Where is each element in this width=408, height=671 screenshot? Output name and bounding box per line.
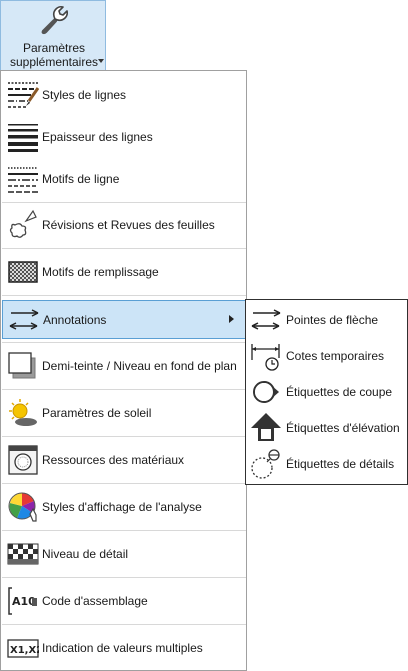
menu-separator: [2, 389, 246, 390]
annotations-submenu: Pointes de flèche Cotes temporaires Étiq…: [245, 299, 408, 485]
additional-settings-menu: Styles de lignes Epaisseur des lignes Mo…: [0, 70, 247, 671]
analysis-display-icon: [8, 492, 37, 522]
line-patterns-icon: [8, 167, 38, 193]
wrench-icon: [41, 5, 68, 35]
submenu-item-arrowheads[interactable]: Pointes de flèche: [246, 302, 407, 338]
submenu-item-label: Pointes de flèche: [286, 313, 379, 327]
dropdown-arrow-icon[interactable]: [98, 59, 104, 63]
callout-tag-icon: [251, 449, 280, 479]
menu-item-label: Niveau de détail: [42, 547, 129, 561]
detail-level-icon: [7, 543, 39, 565]
menu-item-line-styles[interactable]: Styles de lignes: [2, 77, 246, 113]
menu-item-sun-settings[interactable]: Paramètres de soleil: [2, 395, 246, 431]
submenu-item-label: Étiquettes d'élévation: [286, 421, 400, 435]
submenu-item-temporary-dimensions[interactable]: Cotes temporaires: [246, 338, 407, 374]
submenu-item-elevation-tags[interactable]: Étiquettes d'élévation: [246, 410, 407, 446]
additional-settings-button[interactable]: Paramètres supplémentaires: [0, 0, 106, 71]
menu-item-line-patterns[interactable]: Motifs de ligne: [2, 161, 246, 197]
menu-item-label: Ressources des matériaux: [42, 453, 185, 467]
submenu-item-label: Cotes temporaires: [286, 349, 385, 363]
menu-item-label: Styles d'affichage de l'analyse: [42, 500, 202, 514]
menu-separator: [2, 530, 246, 531]
menu-item-label: Révisions et Revues des feuilles: [42, 218, 215, 232]
menu-item-label: Code d'assemblage: [42, 594, 148, 608]
menu-item-detail-level[interactable]: Niveau de détail: [2, 536, 246, 572]
fill-patterns-icon: [8, 261, 38, 283]
menu-item-label: Styles de lignes: [42, 88, 127, 102]
menu-separator: [2, 202, 246, 203]
section-tag-icon: [253, 381, 279, 403]
menu-separator: [2, 577, 246, 578]
svg-text:X1,X2: X1,X2: [10, 645, 39, 656]
revision-cloud-icon: [9, 209, 37, 238]
menu-item-fill-patterns[interactable]: Motifs de remplissage: [2, 254, 246, 290]
menu-separator: [2, 624, 246, 625]
menu-separator: [2, 295, 246, 296]
elevation-tag-icon: [251, 413, 281, 441]
menu-separator: [2, 248, 246, 249]
menu-item-annotations[interactable]: Annotations: [2, 300, 246, 339]
temporary-dimensions-icon: [251, 344, 280, 371]
menu-item-sheet-revisions[interactable]: Révisions et Revues des feuilles: [2, 207, 246, 243]
halftone-icon: [8, 352, 36, 379]
submenu-item-label: Étiquettes de détails: [286, 457, 395, 471]
additional-settings-label-line1: Paramètres: [22, 41, 86, 55]
multiple-values-icon: X1,X2: [7, 639, 39, 658]
arrowheads-icon: [251, 309, 281, 330]
menu-item-label: Demi-teinte / Niveau en fond de plan: [42, 359, 237, 373]
sun-icon: [9, 399, 37, 426]
menu-separator: [2, 483, 246, 484]
submenu-arrow-icon: [229, 315, 234, 323]
submenu-item-label: Étiquettes de coupe: [286, 385, 393, 399]
menu-item-line-weights[interactable]: Epaisseur des lignes: [2, 119, 246, 155]
menu-item-halftone-underlay[interactable]: Demi-teinte / Niveau en fond de plan: [2, 348, 246, 384]
menu-item-assembly-code[interactable]: A10 Code d'assemblage: [2, 583, 246, 619]
line-weights-icon: [8, 124, 38, 152]
assembly-code-icon: A10: [8, 587, 37, 615]
submenu-item-section-tags[interactable]: Étiquettes de coupe: [246, 374, 407, 410]
menu-item-label: Annotations: [43, 313, 107, 327]
menu-item-material-assets[interactable]: Ressources des matériaux: [2, 442, 246, 478]
menu-item-label: Motifs de ligne: [42, 172, 120, 186]
menu-separator: [2, 342, 246, 343]
menu-item-label: Motifs de remplissage: [42, 265, 159, 279]
menu-item-label: Paramètres de soleil: [42, 406, 152, 420]
menu-separator: [2, 436, 246, 437]
line-styles-icon: [8, 82, 39, 108]
menu-item-analysis-display-styles[interactable]: Styles d'affichage de l'analyse: [2, 489, 246, 525]
annotations-arrows-icon: [9, 309, 39, 330]
menu-item-label: Indication de valeurs multiples: [42, 641, 203, 655]
menu-item-label: Epaisseur des lignes: [42, 130, 153, 144]
submenu-item-callout-tags[interactable]: Étiquettes de détails: [246, 446, 407, 482]
additional-settings-label-line2: supplémentaires: [9, 55, 99, 69]
material-assets-icon: [8, 445, 38, 475]
menu-item-multiple-values[interactable]: X1,X2 Indication de valeurs multiples: [2, 630, 246, 666]
